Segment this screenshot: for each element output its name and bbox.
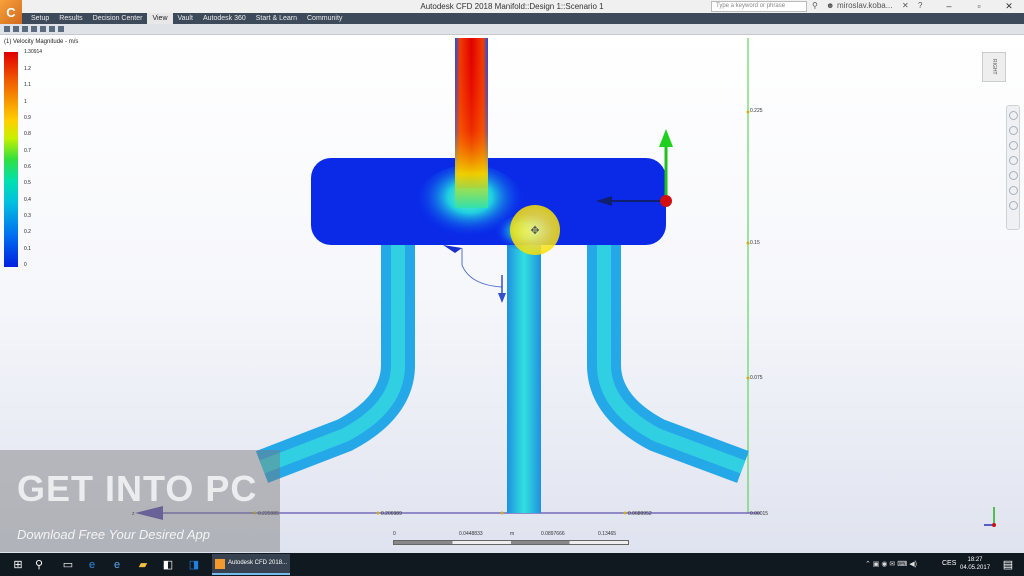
triad-y-arrow-icon xyxy=(659,129,673,147)
orbit-icon[interactable] xyxy=(1008,156,1018,165)
x-tick: 0.0689952 xyxy=(628,511,652,517)
start-icon[interactable]: ⊞ xyxy=(10,557,26,573)
taskbar: ⊞ ⚲ ▭ e e ▰ ◧ ◨ Autodesk CFD 2018... ⌃ ▣… xyxy=(0,553,1024,576)
move-cursor-icon: ✥ xyxy=(530,224,539,237)
watermark-subtitle: Download Free Your Desired App xyxy=(17,527,210,542)
y-tick: 0.075 xyxy=(750,375,763,381)
triad-origin-icon[interactable] xyxy=(660,195,672,207)
scale-tick: 0.0448833 xyxy=(459,531,483,537)
tab-community[interactable]: Community xyxy=(302,13,347,24)
scale-bar-graphic xyxy=(393,540,629,545)
taskbar-app-label: Autodesk CFD 2018... xyxy=(228,560,288,566)
quick-access-toolbar xyxy=(0,24,1024,35)
help-icon[interactable]: ? xyxy=(918,1,922,10)
user-name[interactable]: miroslav.koba... xyxy=(837,1,897,10)
viewcube[interactable]: RIGHT xyxy=(982,52,1006,82)
outlook-icon[interactable]: ◨ xyxy=(186,557,202,573)
y-tick: 0.15 xyxy=(750,240,760,246)
search-icon[interactable]: ⚲ xyxy=(31,557,47,573)
language-indicator[interactable]: CES xyxy=(942,560,956,567)
fit-view-icon[interactable] xyxy=(1008,186,1018,195)
system-tray[interactable]: ⌃ ▣ ◉ ✉ ⌨ ◀) xyxy=(865,560,917,568)
zoom-icon[interactable] xyxy=(1008,141,1018,150)
notification-icon[interactable]: ▤ xyxy=(1000,557,1016,573)
pan-icon[interactable] xyxy=(1008,126,1018,135)
undo-icon[interactable] xyxy=(31,26,37,32)
scale-tick: 0 xyxy=(393,531,396,537)
tab-view[interactable]: View xyxy=(147,13,173,24)
settings-icon[interactable] xyxy=(58,26,64,32)
ie-icon[interactable]: e xyxy=(109,557,125,573)
close-button[interactable]: ✕ xyxy=(994,0,1024,13)
ribbon-tabs: Setup Results Decision Center View Vault Auto… xyxy=(22,13,1024,24)
tab-decision-center[interactable]: Decision Center xyxy=(88,13,148,24)
steering-wheel-icon[interactable] xyxy=(1008,111,1018,120)
tab-vault[interactable]: Vault xyxy=(173,13,198,24)
save-icon[interactable] xyxy=(22,26,28,32)
outlet-pipe-left xyxy=(255,240,415,483)
redo-icon[interactable] xyxy=(40,26,46,32)
print-icon[interactable] xyxy=(49,26,55,32)
title-bar: Autodesk CFD 2018 Manifold::Design 1::Sc… xyxy=(0,0,1024,13)
model-viewport[interactable]: (1) Velocity Magnitude - m/s 1.30914 1.2… xyxy=(0,35,1024,553)
edge-icon[interactable]: e xyxy=(84,557,100,573)
x-tick: 0.206989 xyxy=(381,511,402,517)
watermark-title: GET INTO PC xyxy=(17,468,258,509)
x-tick: 0.00015 xyxy=(750,511,769,517)
outlet-pipe-right xyxy=(587,240,749,483)
task-view-icon[interactable]: ▭ xyxy=(60,557,76,573)
clock[interactable]: 18:27 04.05.2017 xyxy=(960,556,990,572)
tab-setup[interactable]: Setup xyxy=(26,13,54,24)
scale-unit: m xyxy=(510,531,515,537)
exchange-icon[interactable]: ✕ xyxy=(902,1,909,10)
scale-bar: 0 0.0448833 m 0.0897666 0.13465 xyxy=(393,531,629,553)
minimize-button[interactable]: – xyxy=(934,0,964,13)
user-icon[interactable]: ☻ xyxy=(826,1,834,10)
app-window: Autodesk CFD 2018 Manifold::Design 1::Sc… xyxy=(0,0,1024,576)
scale-tick: 0.13465 xyxy=(598,531,617,537)
rotation-arrow-icon xyxy=(498,293,506,303)
maximize-button[interactable]: ▫ xyxy=(964,0,994,13)
cfd-app-icon xyxy=(215,559,225,569)
open-icon[interactable] xyxy=(13,26,19,32)
search-input[interactable]: Type a keyword or phrase xyxy=(711,1,807,12)
tab-start-learn[interactable]: Start & Learn xyxy=(251,13,302,24)
window-zoom-icon[interactable] xyxy=(1008,201,1018,210)
new-icon[interactable] xyxy=(4,26,10,32)
clock-time: 18:27 xyxy=(967,557,983,563)
clock-date: 04.05.2017 xyxy=(960,565,991,571)
outlet-pipe-center xyxy=(507,240,541,513)
store-icon[interactable]: ◧ xyxy=(160,557,176,573)
app-logo[interactable]: C xyxy=(0,0,22,24)
taskbar-app-cfd[interactable]: Autodesk CFD 2018... xyxy=(212,554,290,575)
folder-icon[interactable]: ▰ xyxy=(135,557,151,573)
binoculars-icon[interactable]: ⚲ xyxy=(812,1,818,10)
rotation-arc xyxy=(461,248,503,288)
tab-autodesk-360[interactable]: Autodesk 360 xyxy=(198,13,251,24)
scale-tick: 0.0897666 xyxy=(541,531,565,537)
y-tick: 0.225 xyxy=(750,108,763,114)
navigation-bar xyxy=(1006,105,1020,230)
tab-results[interactable]: Results xyxy=(54,13,87,24)
look-icon[interactable] xyxy=(1008,171,1018,180)
